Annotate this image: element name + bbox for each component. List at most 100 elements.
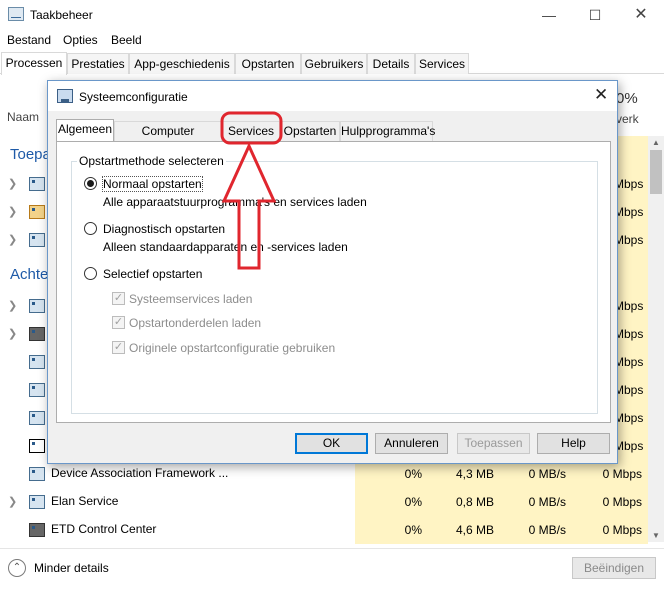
scroll-thumb[interactable] bbox=[650, 150, 662, 194]
edit-icon bbox=[29, 439, 45, 453]
scroll-down-icon[interactable]: ▼ bbox=[652, 531, 660, 540]
apply-button[interactable]: Toepassen bbox=[457, 433, 530, 454]
process-name: Elan Service bbox=[51, 494, 119, 508]
help-button[interactable]: Help bbox=[537, 433, 610, 454]
tab-processes[interactable]: Processen bbox=[1, 52, 67, 75]
startup-selection-group: Opstartmethode selecteren Normaal opstar… bbox=[71, 154, 598, 414]
maximize-button[interactable]: ☐ bbox=[572, 0, 618, 30]
radio-normal-startup[interactable] bbox=[84, 177, 97, 190]
close-button[interactable]: ✕ bbox=[618, 0, 664, 30]
tab-boot[interactable]: Computer opstarten bbox=[114, 121, 222, 156]
cpu-value: 0% bbox=[355, 516, 428, 544]
tab-users[interactable]: Gebruikers bbox=[301, 53, 367, 74]
network-value: 0 Mbps bbox=[572, 516, 648, 544]
chevron-right-icon[interactable]: ❯ bbox=[8, 177, 17, 190]
table-row[interactable]: ❯ Elan Service 0% 0,8 MB 0 MB/s 0 Mbps bbox=[0, 488, 648, 516]
tab-dialog-services[interactable]: Services bbox=[222, 121, 280, 141]
disk-value: 0 MB/s bbox=[500, 460, 572, 488]
selective-startup-label[interactable]: Selectief opstarten bbox=[103, 267, 202, 281]
footer: ⌃ Minder details Beëindigen bbox=[0, 548, 664, 591]
dialog-close-icon[interactable]: ✕ bbox=[594, 85, 608, 105]
chevron-right-icon[interactable]: ❯ bbox=[8, 299, 17, 312]
table-row[interactable]: Device Association Framework ... 0% 4,3 … bbox=[0, 460, 648, 488]
table-row[interactable]: ETD Control Center 0% 4,6 MB 0 MB/s 0 Mb… bbox=[0, 516, 648, 544]
network-value: 0 Mbps bbox=[572, 488, 648, 516]
window-title: Taakbeheer bbox=[30, 8, 93, 22]
checkbox-original-boot-config[interactable]: ✓ bbox=[112, 341, 125, 354]
service-icon bbox=[29, 383, 45, 397]
radio-diagnostic-startup[interactable] bbox=[84, 222, 97, 235]
system-services-label: Systeemservices laden bbox=[129, 292, 253, 306]
section-background: Achte bbox=[10, 266, 49, 283]
service-icon bbox=[29, 467, 45, 481]
column-header-name[interactable]: Naam bbox=[7, 110, 39, 124]
diagnostic-startup-label[interactable]: Diagnostisch opstarten bbox=[103, 222, 225, 236]
normal-startup-label[interactable]: Normaal opstarten bbox=[102, 176, 203, 192]
net-value: Mbps bbox=[614, 327, 644, 341]
net-value: Mbps bbox=[614, 233, 644, 247]
menu-view[interactable]: Beeld bbox=[111, 33, 142, 47]
net-value: Mbps bbox=[614, 355, 644, 369]
tab-dialog-startup[interactable]: Opstarten bbox=[280, 121, 340, 141]
cancel-button[interactable]: Annuleren bbox=[375, 433, 448, 454]
process-name: ETD Control Center bbox=[51, 522, 157, 536]
msconfig-icon bbox=[57, 89, 73, 103]
memory-value: 4,3 MB bbox=[428, 460, 500, 488]
net-value: Mbps bbox=[614, 205, 644, 219]
end-task-button[interactable]: Beëindigen bbox=[572, 557, 656, 579]
chevron-right-icon[interactable]: ❯ bbox=[8, 205, 17, 218]
network-value: 0 Mbps bbox=[572, 460, 648, 488]
dialog-title-bar: Systeemconfiguratie ✕ bbox=[48, 81, 617, 111]
net-value: Mbps bbox=[614, 439, 644, 453]
dialog-title: Systeemconfiguratie bbox=[79, 90, 188, 104]
checkbox-system-services[interactable]: ✓ bbox=[112, 292, 125, 305]
group-label: Opstartmethode selecteren bbox=[77, 154, 226, 168]
chevron-right-icon[interactable]: ❯ bbox=[8, 327, 17, 340]
ok-button[interactable]: OK bbox=[295, 433, 368, 454]
radio-selective-startup[interactable] bbox=[84, 267, 97, 280]
service-icon bbox=[29, 495, 45, 509]
normal-startup-desc: Alle apparaatstuurprogramma's en service… bbox=[103, 195, 367, 209]
diagnostic-startup-desc: Alleen standaardapparaten en -services l… bbox=[103, 240, 348, 254]
column-header-network[interactable]: verk bbox=[616, 112, 639, 126]
startup-items-label: Opstartonderdelen laden bbox=[129, 316, 262, 330]
minimize-button[interactable]: — bbox=[526, 0, 572, 30]
column-header-cpu[interactable]: 0% bbox=[616, 90, 638, 107]
vertical-scrollbar[interactable]: ▲ ▼ bbox=[648, 136, 664, 542]
less-details-link[interactable]: Minder details bbox=[34, 561, 109, 575]
system-configuration-dialog: Systeemconfiguratie ✕ Algemeen Computer … bbox=[47, 80, 618, 464]
net-value: Mbps bbox=[614, 411, 644, 425]
chevron-right-icon[interactable]: ❯ bbox=[8, 495, 17, 508]
memory-value: 0,8 MB bbox=[428, 488, 500, 516]
tab-app-history[interactable]: App-geschiedenis bbox=[129, 53, 235, 74]
chevron-up-icon[interactable]: ⌃ bbox=[8, 559, 26, 577]
service-icon bbox=[29, 411, 45, 425]
tab-startup[interactable]: Opstarten bbox=[235, 53, 301, 74]
monitor-icon bbox=[29, 523, 45, 537]
tab-services[interactable]: Services bbox=[415, 53, 469, 74]
dialog-tabs: Algemeen Computer opstarten Services Ops… bbox=[56, 119, 611, 156]
scroll-up-icon[interactable]: ▲ bbox=[652, 138, 660, 147]
paint-icon bbox=[29, 205, 45, 219]
settings-icon bbox=[29, 233, 45, 247]
menu-options[interactable]: Opties bbox=[63, 33, 98, 47]
cpu-value: 0% bbox=[355, 488, 428, 516]
tab-general[interactable]: Algemeen bbox=[56, 119, 114, 142]
tab-tools[interactable]: Hulpprogramma's bbox=[340, 121, 435, 141]
original-boot-config-label: Originele opstartconfiguratie gebruiken bbox=[129, 341, 336, 355]
disk-value: 0 MB/s bbox=[500, 488, 572, 516]
printer-icon bbox=[29, 327, 45, 341]
chevron-right-icon[interactable]: ❯ bbox=[8, 233, 17, 246]
net-value: Mbps bbox=[614, 383, 644, 397]
app-icon bbox=[29, 177, 45, 191]
disk-value: 0 MB/s bbox=[500, 516, 572, 544]
tab-performance[interactable]: Prestaties bbox=[67, 53, 129, 74]
tab-details[interactable]: Details bbox=[367, 53, 415, 74]
service-icon bbox=[29, 355, 45, 369]
memory-value: 4,6 MB bbox=[428, 516, 500, 544]
section-apps: Toepa bbox=[10, 146, 51, 163]
menu-file[interactable]: Bestand bbox=[7, 33, 51, 47]
net-value: Mbps bbox=[614, 177, 644, 191]
checkbox-startup-items[interactable]: ✓ bbox=[112, 316, 125, 329]
task-manager-icon bbox=[8, 7, 24, 21]
